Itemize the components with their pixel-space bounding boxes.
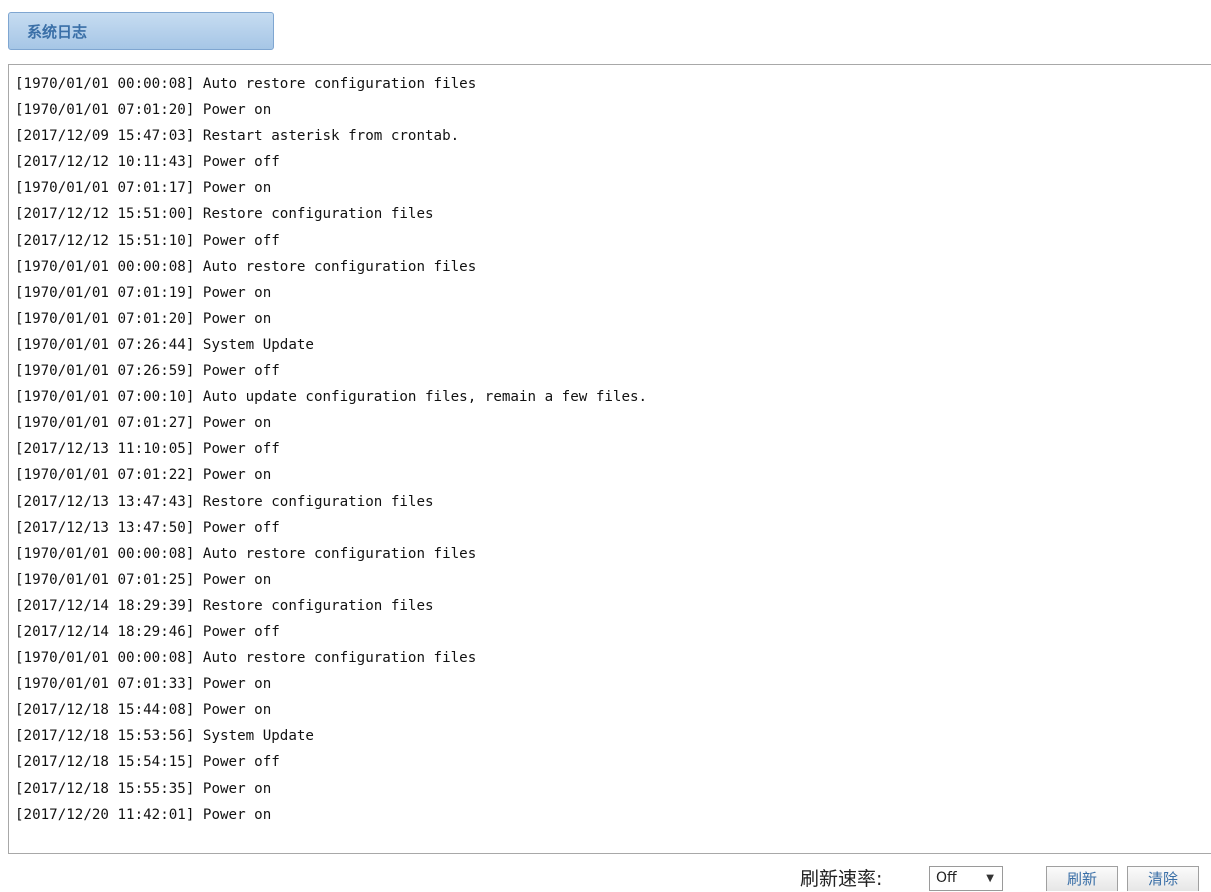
log-line: [1970/01/01 07:01:22] Power on	[15, 467, 272, 484]
log-line: [1970/01/01 07:01:20] Power on	[15, 310, 272, 327]
log-lines: [1970/01/01 00:00:08] Auto restore confi…	[15, 71, 647, 828]
log-line: [1970/01/01 07:01:25] Power on	[15, 571, 272, 588]
log-line: [2017/12/20 11:42:01] Power on	[15, 806, 272, 823]
log-line: [1970/01/01 07:01:17] Power on	[15, 180, 272, 197]
log-line: [2017/12/12 15:51:00] Restore configurat…	[15, 206, 434, 223]
log-line: [2017/12/12 15:51:10] Power off	[15, 232, 280, 249]
log-line: [2017/12/18 15:54:15] Power off	[15, 754, 280, 771]
log-textarea[interactable]: [1970/01/01 00:00:08] Auto restore confi…	[8, 64, 1211, 854]
log-line: [2017/12/12 10:11:43] Power off	[15, 154, 280, 171]
refresh-rate-select[interactable]: Off ▼	[929, 866, 1003, 891]
refresh-button[interactable]: 刷新	[1046, 866, 1118, 891]
log-line: [2017/12/13 11:10:05] Power off	[15, 441, 280, 458]
log-line: [1970/01/01 00:00:08] Auto restore confi…	[15, 650, 477, 667]
log-line: [1970/01/01 07:00:10] Auto update config…	[15, 389, 648, 406]
log-line: [1970/01/01 07:01:33] Power on	[15, 676, 272, 693]
log-line: [1970/01/01 07:01:19] Power on	[15, 284, 272, 301]
chevron-down-icon: ▼	[986, 873, 994, 884]
log-line: [2017/12/13 13:47:50] Power off	[15, 519, 280, 536]
log-line: [1970/01/01 07:01:20] Power on	[15, 102, 272, 119]
clear-button[interactable]: 清除	[1127, 866, 1199, 891]
log-line: [1970/01/01 00:00:08] Auto restore confi…	[15, 76, 477, 92]
log-line: [1970/01/01 07:26:59] Power off	[15, 363, 280, 380]
log-line: [2017/12/13 13:47:43] Restore configurat…	[15, 493, 434, 510]
tab-system-log[interactable]: 系统日志	[8, 12, 274, 50]
log-line: [1970/01/01 07:01:27] Power on	[15, 415, 272, 432]
log-line: [2017/12/14 18:29:46] Power off	[15, 623, 280, 640]
refresh-rate-label: 刷新速率:	[800, 868, 883, 890]
log-line: [2017/12/18 15:44:08] Power on	[15, 702, 272, 719]
log-line: [1970/01/01 00:00:08] Auto restore confi…	[15, 545, 477, 562]
log-line: [2017/12/14 18:29:39] Restore configurat…	[15, 597, 434, 614]
log-line: [1970/01/01 00:00:08] Auto restore confi…	[15, 258, 477, 275]
log-line: [2017/12/09 15:47:03] Restart asterisk f…	[15, 128, 460, 145]
log-line: [2017/12/18 15:55:35] Power on	[15, 780, 272, 797]
log-line: [2017/12/18 15:53:56] System Update	[15, 728, 314, 745]
log-line: [1970/01/01 07:26:44] System Update	[15, 336, 314, 353]
refresh-rate-value: Off	[936, 870, 957, 886]
